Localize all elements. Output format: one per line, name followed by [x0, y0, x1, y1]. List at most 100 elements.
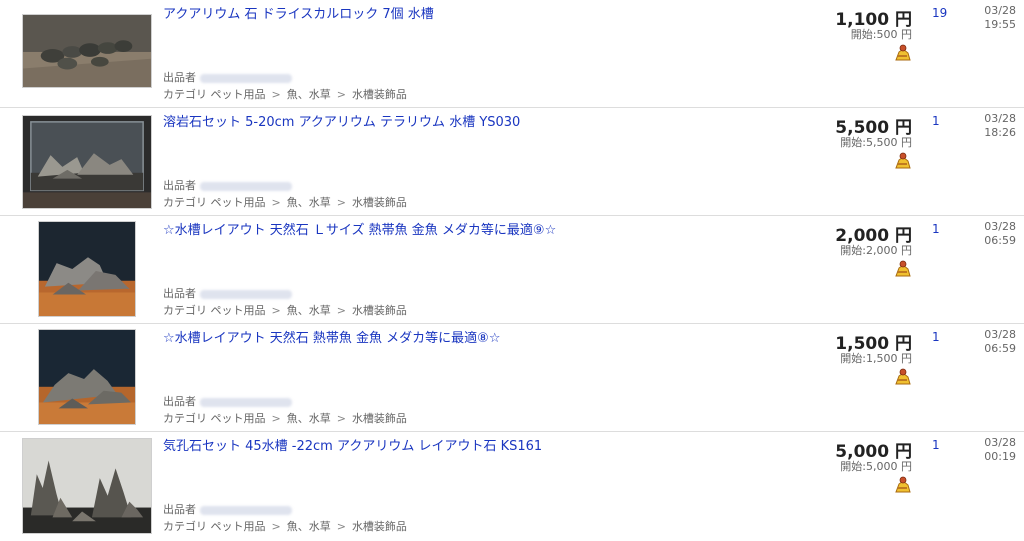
category-breadcrumb: カテゴリ ペット用品 > 魚、水草 > 水槽装飾品: [163, 302, 407, 318]
category-label: カテゴリ: [163, 304, 207, 317]
category-link[interactable]: 水槽装飾品: [352, 520, 407, 533]
end-time: 06:59: [984, 234, 1016, 247]
end-time: 18:26: [984, 126, 1016, 139]
item-thumbnail[interactable]: [22, 438, 152, 534]
seller-info: 出品者: [163, 501, 292, 517]
start-price: 開始:1,500 円: [840, 350, 912, 366]
breadcrumb-separator: >: [336, 412, 346, 425]
item-title-link[interactable]: ☆水槽レイアウト 天然石 熱帯魚 金魚 メダカ等に最適⑧☆: [163, 327, 501, 346]
start-price-label: 開始:: [840, 352, 866, 365]
seller-label: 出品者: [163, 287, 196, 300]
category-link[interactable]: 魚、水草: [287, 520, 331, 533]
start-price-value: 5,000 円: [866, 460, 912, 473]
item-thumbnail[interactable]: [38, 221, 136, 317]
category-link[interactable]: 魚、水草: [287, 304, 331, 317]
start-price-value: 500 円: [876, 28, 913, 41]
start-price-value: 2,000 円: [866, 244, 912, 257]
end-datetime: 03/28 06:59: [984, 220, 1016, 248]
breadcrumb-separator: >: [271, 196, 281, 209]
item-thumbnail[interactable]: [22, 14, 152, 88]
seller-name-blurred[interactable]: [200, 505, 292, 515]
start-price: 開始:5,000 円: [840, 458, 912, 474]
end-datetime: 03/28 00:19: [984, 436, 1016, 464]
breadcrumb-separator: >: [271, 412, 281, 425]
start-price-label: 開始:: [840, 244, 866, 257]
seller-name-blurred[interactable]: [200, 289, 292, 299]
category-breadcrumb: カテゴリ ペット用品 > 魚、水草 > 水槽装飾品: [163, 86, 407, 102]
category-breadcrumb: カテゴリ ペット用品 > 魚、水草 > 水槽装飾品: [163, 194, 407, 210]
category-link[interactable]: 魚、水草: [287, 412, 331, 425]
bid-count[interactable]: 1: [932, 438, 940, 452]
end-datetime: 03/28 19:55: [984, 4, 1016, 32]
end-datetime: 03/28 18:26: [984, 112, 1016, 140]
category-link[interactable]: 水槽装飾品: [352, 88, 407, 101]
end-time: 19:55: [984, 18, 1016, 31]
category-link[interactable]: ペット用品: [211, 304, 266, 317]
bid-count[interactable]: 1: [932, 330, 940, 344]
category-link[interactable]: 水槽装飾品: [352, 196, 407, 209]
seller-label: 出品者: [163, 179, 196, 192]
category-link[interactable]: 魚、水草: [287, 196, 331, 209]
category-link[interactable]: 魚、水草: [287, 88, 331, 101]
seller-label: 出品者: [163, 71, 196, 84]
breadcrumb-separator: >: [271, 304, 281, 317]
end-time: 00:19: [984, 450, 1016, 463]
category-link[interactable]: 水槽装飾品: [352, 304, 407, 317]
item-title-link[interactable]: アクアリウム 石 ドライスカルロック 7個 水槽: [163, 3, 434, 22]
item-title-link[interactable]: 溶岩石セット 5-20cm アクアリウム テラリウム 水槽 YS030: [163, 111, 520, 130]
seller-info: 出品者: [163, 177, 292, 193]
item-thumbnail[interactable]: [22, 115, 152, 209]
breadcrumb-separator: >: [271, 520, 281, 533]
list-item: 気孔石セット 45水槽 -22cm アクアリウム レイアウト石 KS161 出品…: [0, 432, 1024, 540]
item-thumbnail[interactable]: [38, 329, 136, 425]
end-datetime: 03/28 06:59: [984, 328, 1016, 356]
end-date: 03/28: [984, 436, 1016, 449]
seller-name-blurred[interactable]: [200, 73, 292, 83]
category-link[interactable]: ペット用品: [211, 412, 266, 425]
category-breadcrumb: カテゴリ ペット用品 > 魚、水草 > 水槽装飾品: [163, 410, 407, 426]
watch-list-icon[interactable]: [893, 259, 913, 279]
breadcrumb-separator: >: [336, 196, 346, 209]
seller-info: 出品者: [163, 393, 292, 409]
start-price-label: 開始:: [850, 28, 877, 41]
category-link[interactable]: ペット用品: [211, 196, 266, 209]
list-item: 溶岩石セット 5-20cm アクアリウム テラリウム 水槽 YS030 出品者 …: [0, 108, 1024, 216]
seller-info: 出品者: [163, 69, 292, 85]
start-price-label: 開始:: [840, 136, 866, 149]
bid-count[interactable]: 1: [932, 114, 940, 128]
watch-list-icon[interactable]: [893, 43, 913, 63]
watch-list-icon[interactable]: [893, 475, 913, 495]
category-link[interactable]: ペット用品: [211, 520, 266, 533]
start-price-value: 1,500 円: [866, 352, 912, 365]
start-price: 開始:500 円: [851, 26, 912, 42]
bid-count[interactable]: 1: [932, 222, 940, 236]
start-price: 開始:5,500 円: [840, 134, 912, 150]
seller-label: 出品者: [163, 395, 196, 408]
bid-count[interactable]: 19: [932, 6, 947, 20]
auction-list: アクアリウム 石 ドライスカルロック 7個 水槽 出品者 カテゴリ ペット用品 >…: [0, 0, 1024, 541]
breadcrumb-separator: >: [336, 304, 346, 317]
list-item: ☆水槽レイアウト 天然石 熱帯魚 金魚 メダカ等に最適⑧☆ 出品者 カテゴリ ペ…: [0, 324, 1024, 432]
breadcrumb-separator: >: [336, 520, 346, 533]
category-link[interactable]: 水槽装飾品: [352, 412, 407, 425]
end-date: 03/28: [984, 220, 1016, 233]
watch-list-icon[interactable]: [893, 151, 913, 171]
seller-name-blurred[interactable]: [200, 397, 292, 407]
end-time: 06:59: [984, 342, 1016, 355]
category-label: カテゴリ: [163, 196, 207, 209]
list-item: アクアリウム 石 ドライスカルロック 7個 水槽 出品者 カテゴリ ペット用品 >…: [0, 0, 1024, 108]
watch-list-icon[interactable]: [893, 367, 913, 387]
end-date: 03/28: [984, 112, 1016, 125]
start-price: 開始:2,000 円: [840, 242, 912, 258]
category-breadcrumb: カテゴリ ペット用品 > 魚、水草 > 水槽装飾品: [163, 518, 407, 534]
start-price-value: 5,500 円: [866, 136, 912, 149]
start-price-label: 開始:: [840, 460, 866, 473]
seller-name-blurred[interactable]: [200, 181, 292, 191]
category-label: カテゴリ: [163, 412, 207, 425]
category-label: カテゴリ: [163, 88, 207, 101]
category-link[interactable]: ペット用品: [211, 88, 266, 101]
item-title-link[interactable]: ☆水槽レイアウト 天然石 Ｌサイズ 熱帯魚 金魚 メダカ等に最適⑨☆: [163, 219, 556, 238]
seller-info: 出品者: [163, 285, 292, 301]
item-title-link[interactable]: 気孔石セット 45水槽 -22cm アクアリウム レイアウト石 KS161: [163, 435, 542, 454]
list-item: ☆水槽レイアウト 天然石 Ｌサイズ 熱帯魚 金魚 メダカ等に最適⑨☆ 出品者 カ…: [0, 216, 1024, 324]
